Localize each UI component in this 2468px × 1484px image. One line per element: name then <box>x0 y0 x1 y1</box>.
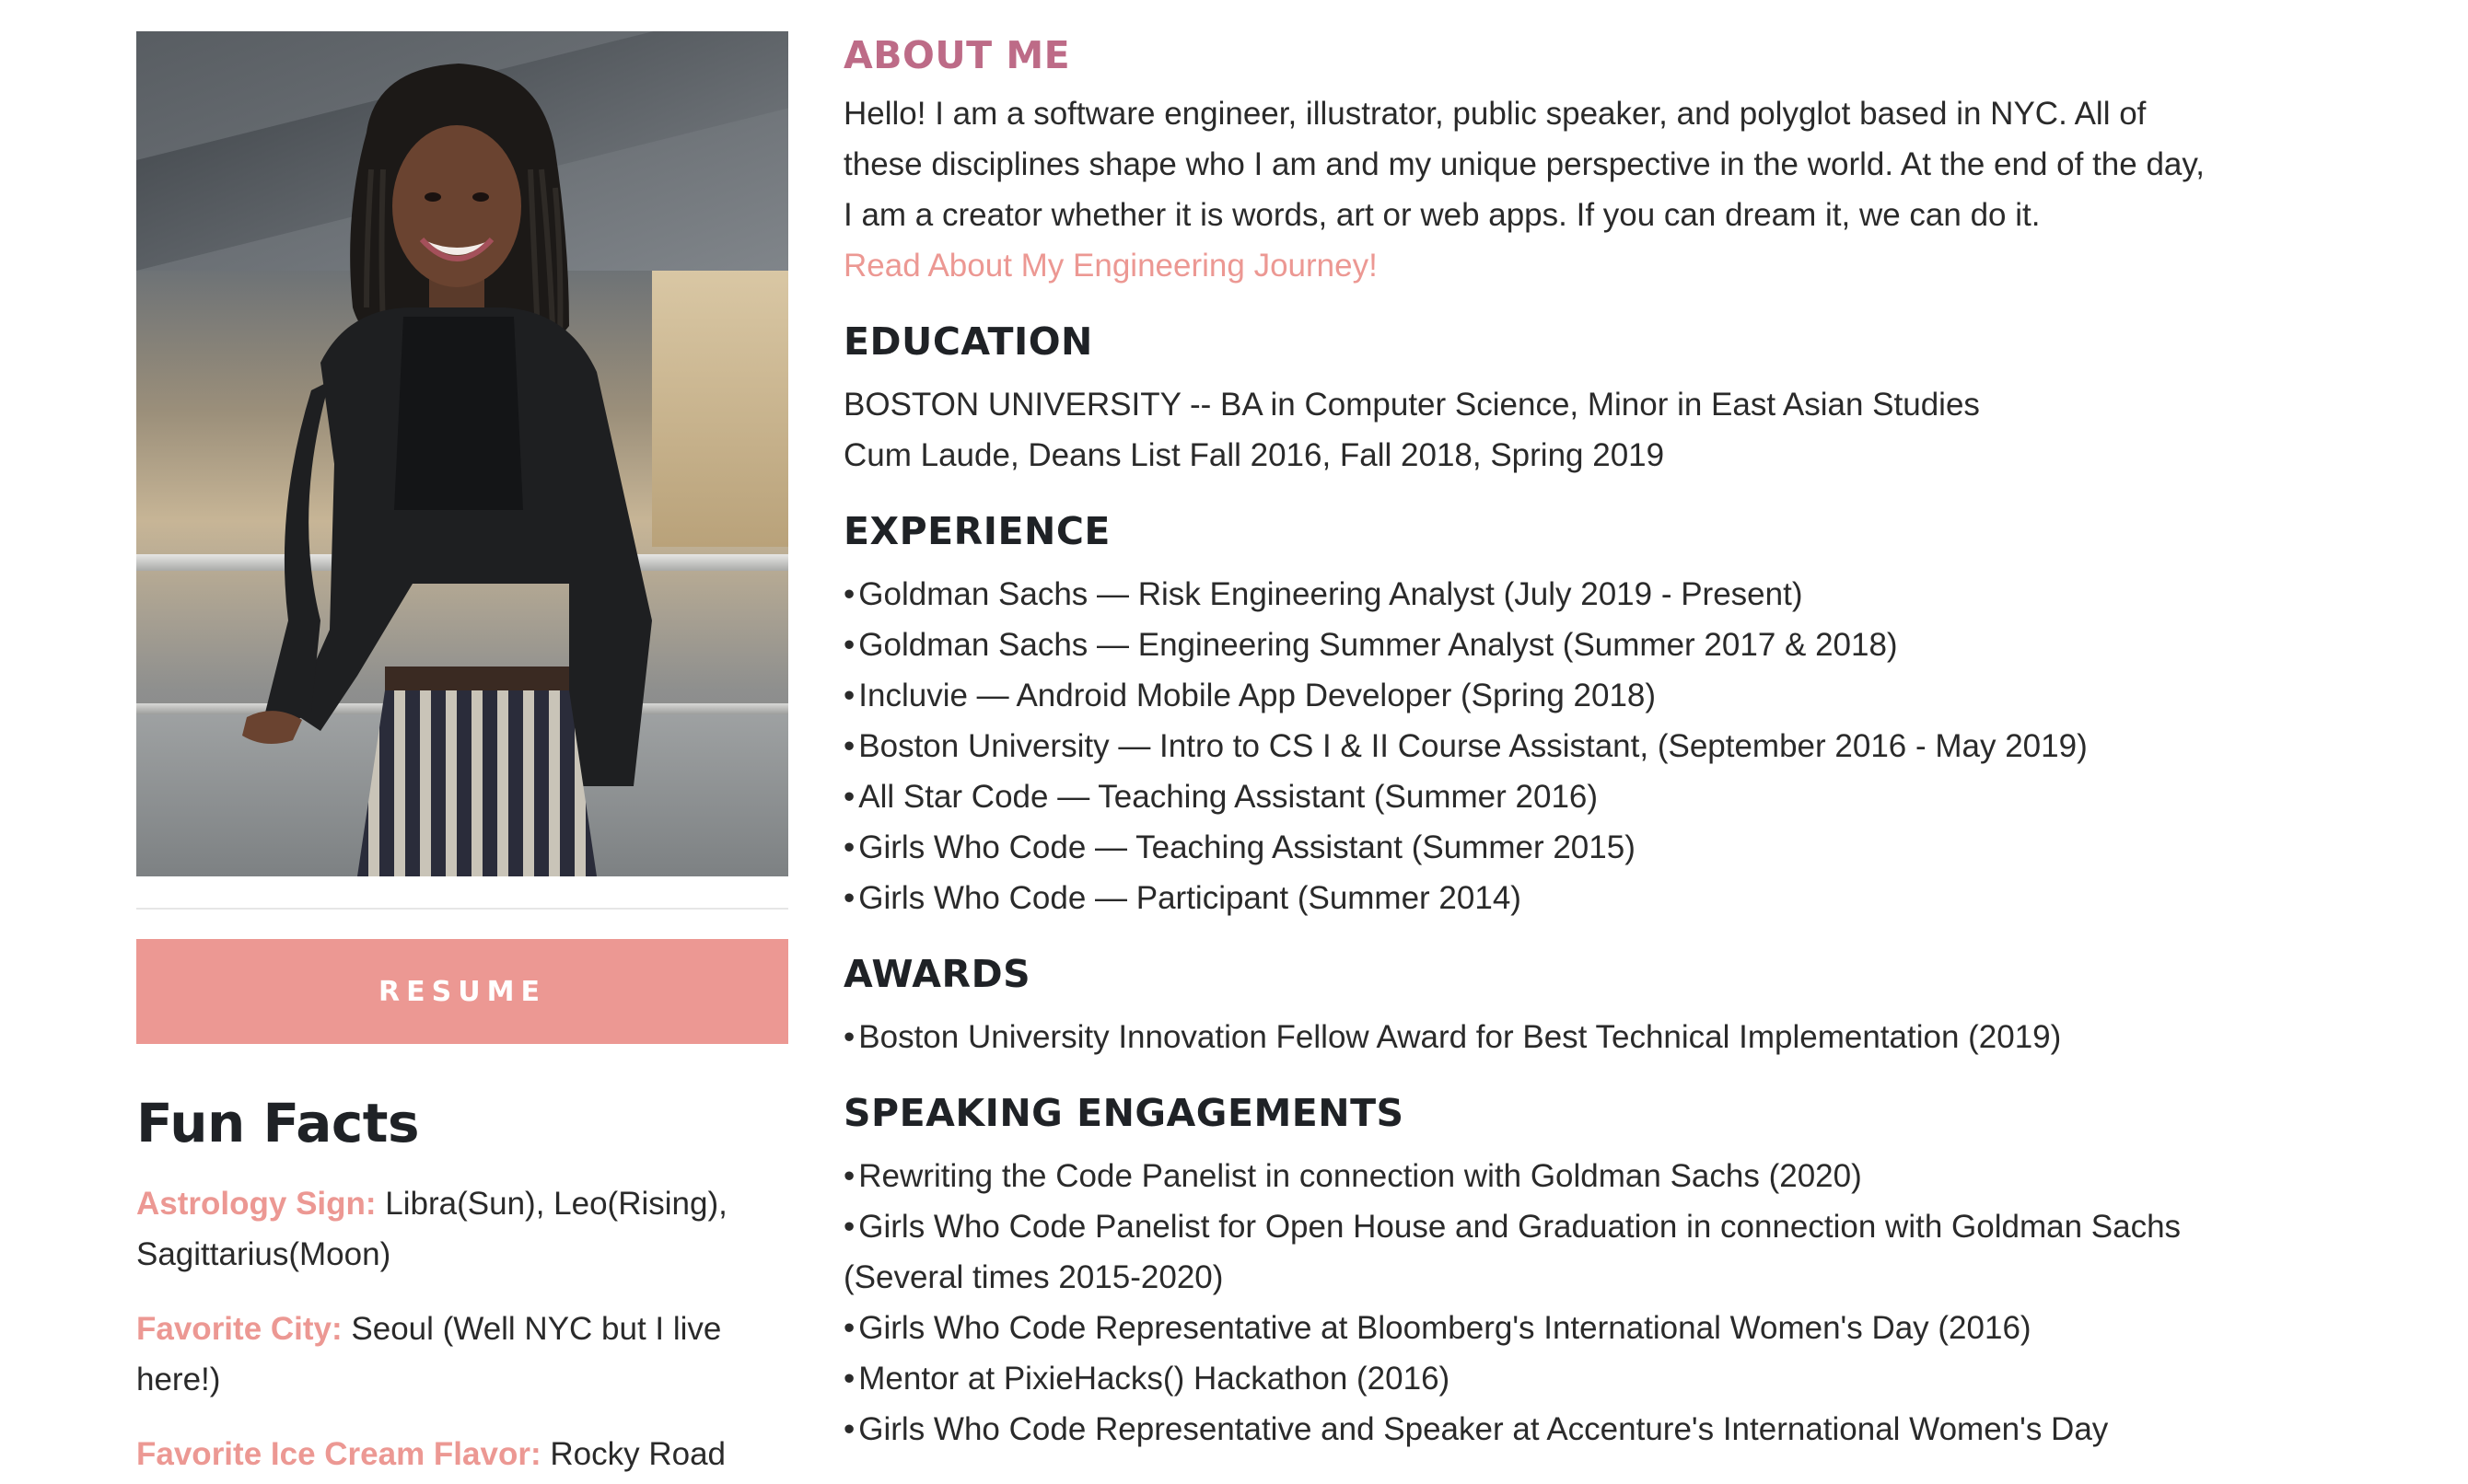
sidebar-divider <box>136 908 788 910</box>
fun-fact-label: Favorite Ice Cream Flavor: <box>136 1436 541 1472</box>
about-heading: ABOUT ME <box>844 33 1071 77</box>
list-item: • Goldman Sachs — Engineering Summer Anal… <box>844 627 1898 663</box>
list-item: • Girls Who Code — Teaching Assistant (Su… <box>844 829 1636 865</box>
resume-button[interactable]: RESUME <box>136 939 788 1044</box>
fun-fact-value: Rocky Road <box>550 1436 726 1472</box>
list-item: • All Star Code — Teaching Assistant (Sum… <box>844 779 1599 815</box>
fun-fact-label: Favorite City: <box>136 1311 343 1347</box>
experience-list: • Goldman Sachs — Risk Engineering Analys… <box>844 569 2225 923</box>
list-item: • Boston University Innovation Fellow Awa… <box>844 1019 2062 1055</box>
list-item: • Girls Who Code Representative at Bloomb… <box>844 1310 2031 1346</box>
fun-fact-ice-cream: Favorite Ice Cream Flavor: Rocky Road <box>136 1429 788 1479</box>
engineering-journey-link[interactable]: Read About My Engineering Journey! <box>844 240 2206 291</box>
education-section: BOSTON UNIVERSITY -- BA in Computer Scie… <box>844 379 2225 481</box>
experience-heading: EXPERIENCE <box>844 509 1111 553</box>
list-item: • Goldman Sachs — Risk Engineering Analys… <box>844 576 1803 612</box>
person-figure <box>242 64 652 876</box>
profile-photo <box>136 31 788 876</box>
fun-facts-title: Fun Facts <box>136 1092 420 1154</box>
list-item: • Girls Who Code — Participant (Summer 20… <box>844 880 1521 916</box>
speaking-heading: SPEAKING ENGAGEMENTS <box>844 1091 1404 1135</box>
list-item: • Girls Who Code Representative and Speak… <box>844 1411 2109 1447</box>
speaking-list: • Rewriting the Code Panelist in connecti… <box>844 1151 2225 1455</box>
fun-fact-city: Favorite City: Seoul (Well NYC but I liv… <box>136 1304 788 1405</box>
list-item: • Rewriting the Code Panelist in connecti… <box>844 1158 1862 1194</box>
fun-fact-label: Astrology Sign: <box>136 1186 377 1222</box>
education-heading: EDUCATION <box>844 319 1093 364</box>
awards-heading: AWARDS <box>844 952 1031 996</box>
list-item: • Boston University — Intro to CS I & II … <box>844 728 2088 764</box>
awards-list: • Boston University Innovation Fellow Awa… <box>844 1012 2225 1062</box>
main-content: ABOUT ME Hello! I am a software engineer… <box>844 28 2225 1455</box>
list-item: • Mentor at PixieHacks() Hackathon (2016) <box>844 1361 1450 1397</box>
list-item: • Incluvie — Android Mobile App Developer… <box>844 678 1657 713</box>
about-text: Hello! I am a software engineer, illustr… <box>844 96 2206 233</box>
sidebar: RESUME Fun Facts Astrology Sign: Libra(S… <box>136 31 788 1479</box>
education-line: Cum Laude, Deans List Fall 2016, Fall 20… <box>844 437 1665 473</box>
education-line: BOSTON UNIVERSITY -- BA in Computer Scie… <box>844 387 1980 423</box>
fun-fact-astrology: Astrology Sign: Libra(Sun), Leo(Rising),… <box>136 1178 788 1280</box>
list-item: • Girls Who Code Panelist for Open House … <box>844 1209 2182 1295</box>
about-paragraph: Hello! I am a software engineer, illustr… <box>844 88 2206 291</box>
